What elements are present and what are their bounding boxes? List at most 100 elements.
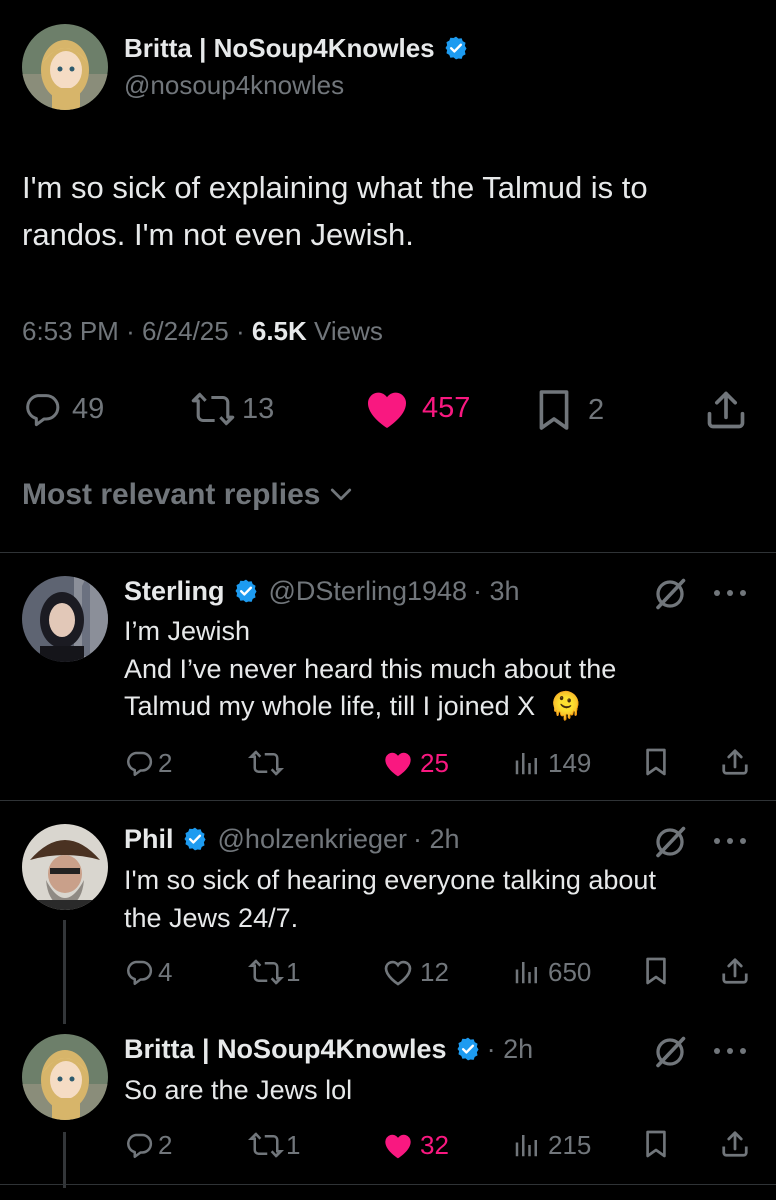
like-button[interactable]: 32 (382, 1128, 449, 1162)
views-count: 215 (548, 1129, 592, 1160)
divider (0, 800, 776, 801)
grok-icon[interactable] (652, 824, 688, 860)
grok-icon[interactable] (652, 1034, 688, 1070)
heart-icon (385, 1134, 411, 1159)
reply-button[interactable]: 2 (124, 1128, 172, 1162)
reply-count: 49 (72, 392, 105, 425)
reply-icon (26, 394, 60, 427)
reply-button[interactable]: 4 (124, 955, 172, 989)
views-button[interactable]: 149 (512, 746, 591, 780)
tweet-time[interactable]: 6:53 PM (22, 316, 119, 346)
replies-sort-label: Most relevant replies (22, 478, 321, 511)
more-icon[interactable] (712, 588, 748, 598)
avatar[interactable] (22, 24, 108, 110)
reply-age: · 2h (486, 1033, 534, 1064)
share-icon (722, 1131, 748, 1157)
tweet-text-line: randos. I'm not even Jewish. (22, 217, 414, 252)
bookmark-button[interactable]: 2 (536, 388, 604, 432)
reply-count: 2 (158, 1129, 173, 1160)
reply-text-line: Talmud my whole life, till I joined X (124, 691, 536, 721)
reply-text-line-wrap: Talmud my whole life, till I joined X 🫠 (124, 688, 754, 726)
bookmark-icon (646, 957, 666, 985)
repost-button[interactable]: 13 (190, 388, 274, 430)
repost-icon (248, 1132, 284, 1158)
author-handle[interactable]: @nosoup4knowles (124, 70, 344, 101)
verified-badge-icon (455, 1036, 481, 1062)
views-label: Views (314, 316, 383, 346)
reply-text-line: I'm so sick of hearing everyone talking … (124, 865, 656, 895)
share-icon (722, 749, 748, 775)
avatar[interactable] (22, 824, 108, 910)
repost-count: 1 (286, 956, 301, 987)
share-button[interactable] (720, 956, 750, 986)
reply-icon (127, 751, 153, 776)
like-count: 12 (420, 956, 449, 987)
share-icon (707, 391, 745, 429)
replies-sort-dropdown[interactable]: Most relevant replies (22, 478, 356, 512)
divider (0, 1184, 776, 1185)
repost-count: 13 (242, 392, 275, 425)
meta-dot: · (126, 316, 135, 346)
repost-icon (248, 959, 284, 985)
bookmark-icon (539, 390, 569, 430)
views-icon (515, 753, 537, 775)
repost-button[interactable]: 1 (248, 1128, 300, 1162)
like-count: 32 (420, 1129, 449, 1160)
reply-author-name[interactable]: Sterling (124, 576, 225, 607)
reply-author-handle[interactable]: @holzenkrieger (218, 824, 408, 855)
divider (0, 552, 776, 553)
heart-icon (385, 752, 411, 777)
reply-icon (127, 1133, 153, 1158)
tweet-date[interactable]: 6/24/25 (142, 316, 229, 346)
reply-author-handle[interactable]: @DSterling1948 (269, 576, 468, 607)
share-button[interactable] (704, 388, 748, 432)
repost-button[interactable] (248, 746, 288, 780)
verified-badge-icon (443, 35, 469, 61)
grok-icon[interactable] (652, 576, 688, 612)
reply-button[interactable]: 2 (124, 746, 172, 780)
reply-icon (127, 960, 153, 985)
reply-text-line: And I’ve never heard this much about the (124, 653, 617, 684)
verified-badge-icon (182, 826, 208, 852)
bookmark-count: 2 (588, 393, 605, 426)
reply-author-name[interactable]: Phil (124, 824, 174, 855)
reply-text: I'm so sick of hearing everyone talking … (124, 861, 754, 937)
bookmark-button[interactable] (644, 956, 668, 986)
share-button[interactable] (720, 747, 750, 777)
avatar[interactable] (22, 1034, 108, 1120)
more-icon[interactable] (712, 1046, 748, 1056)
reply-count: 4 (158, 956, 173, 987)
views-button[interactable]: 215 (512, 1128, 591, 1162)
reply-count: 2 (158, 747, 173, 778)
reply-button[interactable]: 49 (22, 388, 104, 430)
views-count: 650 (548, 956, 592, 987)
like-button[interactable]: 12 (382, 955, 449, 989)
views-icon (515, 962, 537, 984)
like-count: 457 (422, 391, 471, 424)
reply-text-line: I’m Jewish (124, 616, 251, 646)
reply-text: I’m Jewish And I’ve never heard this muc… (124, 613, 754, 726)
reply-text-line: the Jews 24/7. (124, 903, 299, 933)
chevron-down-icon (331, 488, 352, 501)
reply-text: So are the Jews lol (124, 1071, 754, 1109)
heart-outline-icon (384, 960, 412, 986)
like-button[interactable]: 25 (382, 746, 449, 780)
heart-icon (367, 392, 407, 428)
views-icon (515, 1135, 537, 1157)
share-button[interactable] (720, 1129, 750, 1159)
reply-age: · 2h (413, 823, 460, 854)
reply-author-name[interactable]: Britta | NoSoup4Knowles (124, 1034, 447, 1065)
share-icon (722, 958, 748, 984)
bookmark-button[interactable] (644, 1129, 668, 1159)
avatar[interactable] (22, 576, 108, 662)
repost-icon (191, 392, 235, 426)
repost-button[interactable]: 1 (248, 955, 300, 989)
like-button[interactable]: 457 (362, 386, 470, 430)
views-button[interactable]: 650 (512, 955, 591, 989)
author-name[interactable]: Britta | NoSoup4Knowles (124, 33, 435, 64)
meta-dot: · (235, 316, 245, 346)
reply-age: · 3h (473, 575, 520, 606)
bookmark-button[interactable] (644, 747, 668, 777)
tweet-meta: 6:53 PM · 6/24/25 · 6.5K Views (22, 316, 383, 347)
more-icon[interactable] (712, 836, 748, 846)
